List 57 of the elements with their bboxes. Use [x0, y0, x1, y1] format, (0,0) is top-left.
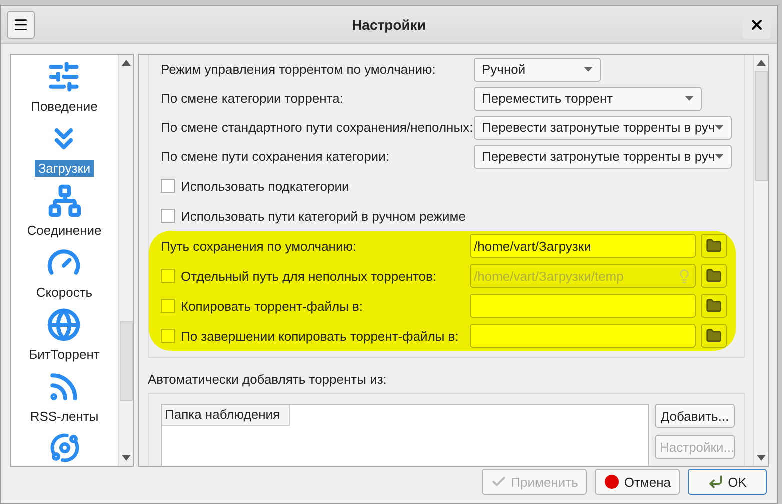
dropdown[interactable]: Ручной — [474, 58, 601, 82]
category-item[interactable]: Загрузки — [35, 117, 94, 179]
dropdown[interactable]: Перевести затронутые торренты в руч — [474, 116, 732, 140]
field-label: По смене пути сохранения категории: — [161, 149, 390, 164]
menu-button[interactable] — [7, 10, 35, 38]
path-field[interactable] — [470, 294, 696, 318]
scroll-up-icon[interactable] — [756, 60, 766, 66]
panel-button[interactable]: Добавить... — [655, 404, 735, 428]
browse-button[interactable] — [701, 294, 727, 318]
field-label: По смене категории торрента: — [161, 91, 344, 106]
category-item[interactable]: RSS-ленты — [27, 365, 102, 427]
dialog-button[interactable]: Отмена — [595, 469, 680, 495]
dropdown[interactable]: Перевести затронутые торренты в руч — [474, 144, 732, 168]
dropdown[interactable]: Переместить торрент — [474, 86, 702, 110]
dialog-button[interactable]: OK — [688, 469, 767, 495]
checkbox-option[interactable]: Использовать пути категорий в ручном режиме — [161, 201, 738, 231]
globe-icon — [47, 308, 82, 342]
section-title: Автоматически добавлять торренты из: — [148, 372, 388, 387]
field-label: Режим управления торрентом по умолчанию: — [161, 62, 437, 77]
scroll-thumb[interactable] — [754, 71, 768, 181]
folder-icon — [706, 238, 722, 254]
lightbulb-icon — [677, 268, 692, 284]
checkbox-option[interactable]: Копировать торрент-файлы в: — [161, 291, 465, 321]
stop-icon — [604, 474, 620, 490]
category-item[interactable]: Соединение — [24, 179, 105, 241]
scroll-up-icon[interactable] — [122, 60, 130, 66]
scrollbar[interactable] — [753, 55, 768, 466]
field-label: По смене стандартного пути сохранения/неполных: — [161, 120, 474, 135]
browse-button[interactable] — [701, 264, 727, 288]
folder-icon — [706, 328, 722, 344]
folder-icon — [706, 268, 722, 284]
scroll-down-icon[interactable] — [122, 455, 130, 461]
column-header[interactable]: Папка наблюдения — [162, 405, 290, 426]
category-item[interactable]: Поведение — [28, 55, 101, 117]
network-icon — [48, 184, 82, 218]
scroll-down-icon[interactable] — [756, 455, 766, 461]
caret-icon — [715, 154, 724, 159]
caret-icon — [715, 125, 724, 130]
caret-icon — [584, 67, 593, 72]
browse-button[interactable] — [701, 324, 727, 348]
category-item[interactable]: БитТоррент — [26, 303, 103, 365]
checkbox-option[interactable]: Использовать подкатегории — [161, 171, 738, 201]
sliders-icon — [47, 60, 82, 94]
browse-button[interactable] — [701, 234, 727, 258]
planet-icon — [50, 433, 80, 463]
window-title: Настройки — [351, 16, 427, 32]
scrollbar[interactable] — [118, 55, 133, 466]
enter-arrow-icon — [708, 474, 724, 490]
checkbox-option[interactable]: По завершении копировать торрент-файлы в: — [161, 321, 465, 351]
menu-icon — [13, 16, 29, 32]
scroll-thumb[interactable] — [120, 320, 132, 400]
caret-icon — [685, 96, 694, 101]
path-field[interactable] — [470, 324, 696, 348]
path-field[interactable]: /home/vart/Загрузки — [470, 234, 696, 258]
folder-icon — [706, 298, 722, 314]
category-item[interactable]: Скорость — [33, 241, 96, 303]
field-label: Путь сохранения по умолчанию: — [161, 238, 358, 254]
